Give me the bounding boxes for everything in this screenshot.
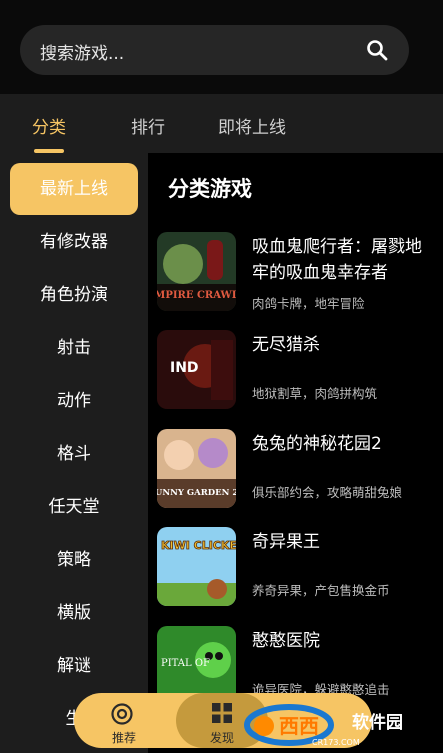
game-list-panel: 分类游戏 MPIRE CRAWL 吸血鬼爬行者：屠戮地牢的吸血鬼幸存者 肉鸽卡牌… [148, 153, 443, 753]
game-thumbnail: IND [157, 330, 236, 409]
tab-upcoming[interactable]: 即将上线 [218, 113, 286, 138]
game-thumbnail: MPIRE CRAWL [157, 232, 236, 311]
game-title: 吸血鬼爬行者：屠戮地牢的吸血鬼幸存者 [252, 237, 422, 283]
category-sidebar: 最新上线 有修改器 角色扮演 射击 动作 格斗 任天堂 策略 横版 解谜 生 [0, 153, 148, 753]
sidebar-item-sidescroller[interactable]: 横版 [10, 587, 138, 639]
game-thumb-text: PITAL OF [161, 658, 210, 669]
game-thumb-text: BUNNY GARDEN 2 [157, 488, 236, 498]
watermark-brand: 西西 [279, 714, 319, 738]
sidebar-item-rpg[interactable]: 角色扮演 [10, 269, 138, 321]
watermark-text: 软件园 [352, 712, 403, 733]
watermark-sub: CR173.COM [312, 738, 360, 747]
game-description: 俱乐部约会，攻略萌甜兔娘 [252, 485, 403, 500]
game-item[interactable]: BUNNY GARDEN 2 兔兔的神秘花园2 俱乐部约会，攻略萌甜兔娘 [157, 429, 437, 511]
search-input[interactable]: 搜索游戏... [40, 39, 124, 64]
sidebar-item-latest[interactable]: 最新上线 [10, 163, 138, 215]
game-title: 无尽猎杀 [252, 335, 320, 355]
game-title: 憨憨医院 [252, 631, 320, 651]
grid-icon [212, 703, 232, 723]
sidebar-item-modifier[interactable]: 有修改器 [10, 216, 138, 268]
search-bar[interactable]: 搜索游戏... [20, 25, 409, 75]
search-icon[interactable] [365, 38, 389, 62]
sidebar-item-strategy[interactable]: 策略 [10, 534, 138, 586]
sidebar-item-action[interactable]: 动作 [10, 375, 138, 427]
game-thumb-text: IND [170, 360, 199, 376]
top-header: 搜索游戏... [0, 0, 443, 94]
tab-ranking[interactable]: 排行 [131, 113, 165, 138]
nav-recommend-label: 推荐 [111, 731, 136, 745]
nav-recommend[interactable]: 推荐 [74, 693, 174, 748]
game-item[interactable]: MPIRE CRAWL 吸血鬼爬行者：屠戮地牢的吸血鬼幸存者 肉鸽卡牌，地牢冒险 [157, 232, 437, 314]
tab-category[interactable]: 分类 [32, 113, 66, 138]
game-description: 养奇异果，产包售换金币 [252, 583, 390, 598]
tab-bar: 分类 排行 即将上线 [0, 94, 443, 153]
game-thumbnail: BUNNY GARDEN 2 [157, 429, 236, 508]
game-description: 肉鸽卡牌，地牢冒险 [252, 296, 365, 311]
game-item[interactable]: IND 无尽猎杀 地狱割草，肉鸽拼构筑 [157, 330, 437, 412]
target-icon [111, 703, 133, 725]
game-thumbnail: KIWI CLICKER [157, 527, 236, 606]
sidebar-item-puzzle[interactable]: 解谜 [10, 640, 138, 692]
sidebar-item-fighting[interactable]: 格斗 [10, 428, 138, 480]
sidebar-item-nintendo[interactable]: 任天堂 [10, 481, 138, 533]
page-title: 分类游戏 [168, 177, 252, 201]
game-title: 兔兔的神秘花园2 [252, 434, 382, 454]
game-thumb-text: MPIRE CRAWL [157, 290, 236, 301]
watermark-logo: 西西 软件园 CR173.COM [244, 704, 403, 747]
game-thumb-text: KIWI CLICKER [161, 539, 236, 552]
game-title: 奇异果王 [252, 532, 320, 552]
sidebar-item-shooter[interactable]: 射击 [10, 322, 138, 374]
game-description: 地狱割草，肉鸽拼构筑 [252, 386, 378, 401]
game-item[interactable]: KIWI CLICKER 奇异果王 养奇异果，产包售换金币 [157, 527, 437, 609]
